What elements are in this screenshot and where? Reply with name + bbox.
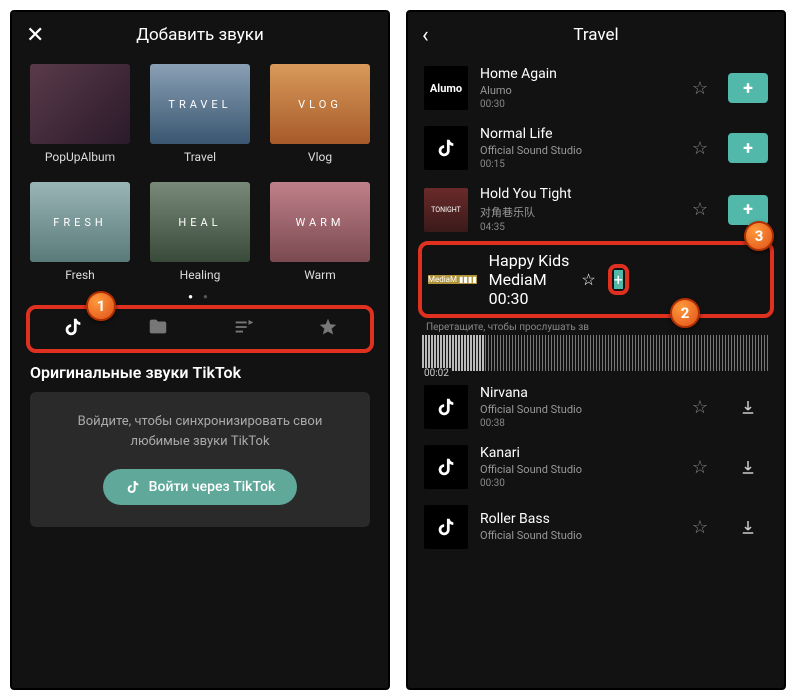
selected-track-row[interactable]: MediaM ▮▮▮▮ Happy Kids MediaM 00:30 ☆ + … [418,241,774,318]
category-thumb: FRESH [30,182,130,262]
track-title: Home Again [480,66,680,82]
category-grid: PopUpAlbumTRAVEL TravelVLOG VlogFRESH Fr… [12,58,388,282]
category-vlog[interactable]: VLOG Vlog [270,64,370,164]
add-sounds-screen: ✕ Добавить звуки PopUpAlbum TRAVEL Travel… [10,10,390,690]
track-duration: 00:15 [480,159,680,170]
category-label: Fresh [30,268,130,282]
track-title: Roller Bass [480,511,680,527]
track-art [424,445,468,489]
favorite-icon[interactable]: ☆ [581,270,595,289]
track-row[interactable]: Normal Life Official Sound Studio 00:15 … [414,118,778,178]
category-thumb: VLOG [270,64,370,144]
track-art: Alumo [424,66,468,110]
track-row[interactable]: TONIGHT Hold You Tight 对角巷乐队 04:35 ☆ + [414,178,778,241]
add-track-button[interactable]: + [728,73,768,103]
tab-favorites[interactable] [317,316,339,343]
track-artist: Official Sound Studio [480,463,680,476]
category-thumb: HEAL [150,182,250,262]
track-artist: Official Sound Studio [480,529,680,542]
favorite-icon[interactable]: ☆ [692,138,708,159]
track-duration: 00:30 [480,478,680,489]
step-badge-3: 3 [744,221,774,251]
art-text: MediaM [428,275,457,284]
favorite-icon[interactable]: ☆ [692,199,708,220]
equalizer-icon: ▮▮▮▮ [459,275,477,284]
category-thumb [30,64,130,144]
category-label: Warm [270,268,370,282]
category-fresh[interactable]: FRESH Fresh [30,182,130,282]
back-icon[interactable]: ‹ [422,12,429,58]
category-label: Healing [150,268,250,282]
track-artist: 对角巷乐队 [480,204,680,220]
track-list: Alumo Home Again Alumo 00:30 ☆ + Normal … [408,58,784,241]
download-button[interactable] [728,512,768,542]
login-hint: Войдите, чтобы синхронизировать свои люб… [50,412,350,451]
header-title: Добавить звуки [136,25,264,45]
travel-tracks-screen: ‹ Travel Alumo Home Again Alumo 00:30 ☆ … [406,10,786,690]
add-track-button[interactable]: + [728,133,768,163]
track-list: Nirvana Official Sound Studio 00:38 ☆ Ka… [408,377,784,557]
favorite-icon[interactable]: ☆ [692,78,708,99]
login-card: Войдите, чтобы синхронизировать свои люб… [30,392,370,527]
track-title: Happy Kids [489,251,570,270]
track-title: Nirvana [480,385,680,401]
track-art [424,385,468,429]
section-title: Оригинальные звуки TikTok [30,363,370,382]
category-label: PopUpAlbum [30,150,130,164]
category-thumb: WARM [270,182,370,262]
category-label: Travel [150,150,250,164]
track-duration: 00:38 [480,418,680,429]
track-row[interactable]: Kanari Official Sound Studio 00:30 ☆ [414,437,778,497]
track-title: Normal Life [480,126,680,142]
add-track-button[interactable]: + [728,195,768,225]
track-duration: 00:30 [489,289,570,308]
track-artist: Official Sound Studio [480,144,680,157]
header-title: Travel [573,25,618,45]
track-duration: 04:35 [480,222,680,233]
category-popupalbum[interactable]: PopUpAlbum [30,64,130,164]
waveform-scrubber[interactable]: Перетащите, чтобы прослушать зв 00:02 [408,318,784,377]
track-artist: Official Sound Studio [480,403,680,416]
add-button-highlight: + [608,264,629,295]
waveform[interactable] [422,335,770,371]
favorite-icon[interactable]: ☆ [692,457,708,478]
track-art [424,505,468,549]
favorite-icon[interactable]: ☆ [692,397,708,418]
track-title: Hold You Tight [480,186,680,202]
category-thumb: TRAVEL [150,64,250,144]
page-dots: ● ● [12,292,388,301]
step-badge-1: 1 [86,291,116,321]
track-title: Kanari [480,445,680,461]
download-button[interactable] [728,392,768,422]
tab-playlist[interactable] [232,316,254,343]
close-icon[interactable]: ✕ [26,12,44,58]
track-row[interactable]: Roller Bass Official Sound Studio ☆ [414,497,778,557]
login-tiktok-button[interactable]: Войти через TikTok [103,469,298,505]
source-tabs: 1 [26,305,374,353]
track-row[interactable]: Nirvana Official Sound Studio 00:38 ☆ [414,377,778,437]
add-track-button[interactable]: + [614,270,623,289]
category-healing[interactable]: HEAL Healing [150,182,250,282]
track-artist: Alumo [480,84,680,97]
wave-hint: Перетащите, чтобы прослушать зв [422,322,770,333]
track-art: MediaM ▮▮▮▮ [428,275,477,284]
tab-folder[interactable] [147,316,169,343]
track-row[interactable]: Alumo Home Again Alumo 00:30 ☆ + [414,58,778,118]
tab-tiktok[interactable] [62,316,84,343]
track-art [424,126,468,170]
track-duration: 00:30 [480,99,680,110]
category-travel[interactable]: TRAVEL Travel [150,64,250,164]
favorite-icon[interactable]: ☆ [692,517,708,538]
track-artist: MediaM [489,270,570,289]
category-label: Vlog [270,150,370,164]
track-art: TONIGHT [424,188,468,232]
login-button-label: Войти через TikTok [149,479,276,495]
download-button[interactable] [728,452,768,482]
category-warm[interactable]: WARM Warm [270,182,370,282]
